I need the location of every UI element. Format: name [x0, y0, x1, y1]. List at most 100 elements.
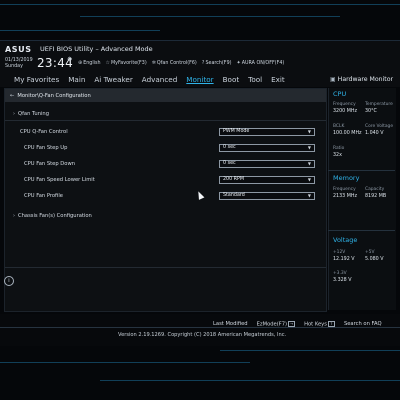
aura-icon: ✦ [236, 60, 241, 66]
question-icon: ? [327, 321, 335, 327]
aura-link[interactable]: ✦ AURA ON/OFF(F4) [237, 60, 285, 66]
select-value: PWM Mode [223, 129, 250, 134]
hw-ratio-label: Ratio [333, 146, 345, 151]
footer-bar [0, 314, 400, 346]
fan-icon: ✲ [151, 60, 156, 66]
setting-label: CPU Fan Step Up [24, 145, 68, 151]
asus-logo: ASUS [5, 45, 32, 54]
hardware-monitor-title: ▣ Hardware Monitor [330, 76, 393, 83]
hw-mem-capacity-label: Capacity [365, 187, 385, 192]
menu-boot[interactable]: Boot [223, 75, 240, 84]
hotkeys-button[interactable]: Hot Keys? [304, 321, 335, 328]
hw-mem-capacity: 8192 MB [365, 194, 387, 199]
search-faq-button[interactable]: Search on FAQ [344, 321, 382, 328]
hw-cpu-frequency-label: Frequency [333, 102, 356, 107]
hw-core-voltage-label: Core Voltage [365, 124, 394, 129]
select-value: 200 RPM [223, 177, 245, 182]
dropdown-arrow-icon: ▼ [307, 177, 311, 182]
hotkeys-label: Hot Keys [304, 321, 327, 328]
breadcrumb[interactable]: ← Monitor\Q-Fan Configuration [5, 89, 326, 102]
hw-33v: 3.328 V [333, 278, 352, 283]
hw-5v: 5.080 V [365, 257, 384, 262]
dropdown-arrow-icon: ▼ [307, 129, 311, 134]
ezmode-label: EzMode(F7) [256, 321, 288, 328]
hw-bclk: 100.00 MHz [333, 131, 362, 136]
cpu-fan-speed-lower-limit-select[interactable]: 200 RPM ▼ [219, 176, 315, 184]
search-label: Search(F9) [205, 60, 232, 66]
myfavorite-label: MyFavorite(F3) [111, 60, 147, 66]
date-display: 01/13/2019 Sunday [5, 58, 33, 70]
menu-my-favorites[interactable]: My Favorites [14, 75, 59, 84]
back-arrow-icon[interactable]: ← [10, 93, 14, 99]
chevron-right-icon: › [13, 111, 15, 117]
header-links: ⊕ English ☆ MyFavorite(F3) ✲ Qfan Contro… [78, 60, 284, 66]
menu-tool[interactable]: Tool [248, 75, 262, 84]
hardware-monitor-label: Hardware Monitor [337, 76, 394, 83]
hw-core-voltage: 1.040 V [365, 131, 384, 136]
hw-voltage-title: Voltage [333, 236, 358, 244]
hw-5v-label: +5V [365, 250, 375, 255]
hardware-monitor-panel [328, 88, 396, 310]
setting-label: CPU Fan Step Down [24, 161, 75, 167]
setting-label: CPU Fan Speed Lower Limit [24, 177, 95, 183]
myfavorite-link[interactable]: ☆ MyFavorite(F3) [106, 60, 147, 66]
footer-links: Last Modified EzMode(F7) → Hot Keys? Sear… [213, 321, 382, 328]
hw-cpu-temperature: 30°C [365, 109, 377, 114]
cpu-fan-profile-select[interactable]: Standard ▼ [219, 192, 315, 200]
hw-33v-label: +3.3V [333, 271, 347, 276]
exit-arrow-icon: → [288, 321, 296, 327]
cpu-fan-step-down-select[interactable]: 0 sec ▼ [219, 160, 315, 168]
hw-bclk-label: BCLK [333, 124, 345, 129]
monitor-icon: ▣ [330, 76, 336, 83]
qfan-tuning-label: Qfan Tuning [18, 111, 50, 117]
divider [5, 120, 326, 121]
settings-gear-icon[interactable]: ⚙ [67, 56, 72, 63]
divider [5, 267, 326, 268]
ezmode-button[interactable]: EzMode(F7) → [256, 321, 296, 328]
hw-12v-label: +12V [333, 250, 346, 255]
day-text: Sunday [5, 64, 23, 69]
hw-cpu-title: CPU [333, 90, 347, 98]
select-value: 0 sec [223, 145, 236, 150]
setting-label: CPU Fan Profile [24, 193, 63, 199]
chevron-right-icon: › [13, 213, 15, 219]
search-link[interactable]: ? Search(F9) [202, 60, 232, 66]
menu-monitor[interactable]: Monitor [186, 75, 213, 84]
hw-mem-frequency: 2133 MHz [333, 194, 357, 199]
hw-mem-frequency-label: Frequency [333, 187, 356, 192]
select-value: Standard [223, 193, 245, 198]
bios-window: ASUS UEFI BIOS Utility – Advanced Mode 0… [0, 0, 400, 400]
aura-label: AURA ON/OFF(F4) [241, 60, 285, 66]
breadcrumb-text: Monitor\Q-Fan Configuration [17, 92, 91, 99]
divider [328, 230, 395, 231]
globe-icon: ⊕ [78, 60, 83, 66]
window-title: UEFI BIOS Utility – Advanced Mode [40, 45, 153, 53]
cpu-fan-step-up-select[interactable]: 0 sec ▼ [219, 144, 315, 152]
menu-ai-tweaker[interactable]: Ai Tweaker [94, 75, 132, 84]
menu-advanced[interactable]: Advanced [142, 75, 178, 84]
chassis-fan-config-label: Chassis Fan(s) Configuration [18, 213, 92, 219]
language-label: English [83, 60, 101, 66]
language-link[interactable]: ⊕ English [78, 60, 101, 66]
dropdown-arrow-icon: ▼ [307, 161, 311, 166]
main-menu: My Favorites Main Ai Tweaker Advanced Mo… [14, 75, 294, 84]
hw-ratio: 32x [333, 153, 342, 158]
menu-exit[interactable]: Exit [271, 75, 285, 84]
hw-memory-title: Memory [333, 174, 360, 182]
star-icon: ☆ [105, 60, 111, 66]
qfan-control-link[interactable]: ✲ Qfan Control(F6) [152, 60, 197, 66]
hw-cpu-frequency: 3200 MHz [333, 109, 357, 114]
menu-main[interactable]: Main [68, 75, 85, 84]
select-value: 0 sec [223, 161, 236, 166]
info-icon[interactable]: i [4, 276, 14, 286]
qfan-control-label: Qfan Control(F6) [156, 60, 197, 66]
last-modified-button[interactable]: Last Modified [213, 321, 248, 328]
dropdown-arrow-icon: ▼ [307, 145, 311, 150]
version-text: Version 2.19.1269. Copyright (C) 2018 Am… [118, 332, 287, 338]
main-panel: ← Monitor\Q-Fan Configuration › Qfan Tuni… [4, 88, 327, 312]
cpu-qfan-control-select[interactable]: PWM Mode ▼ [219, 128, 315, 136]
dropdown-arrow-icon: ▼ [307, 193, 311, 198]
hw-cpu-temperature-label: Temperature [365, 102, 393, 107]
hw-12v: 12.192 V [333, 257, 355, 262]
setting-label: CPU Q-Fan Control [20, 129, 68, 135]
